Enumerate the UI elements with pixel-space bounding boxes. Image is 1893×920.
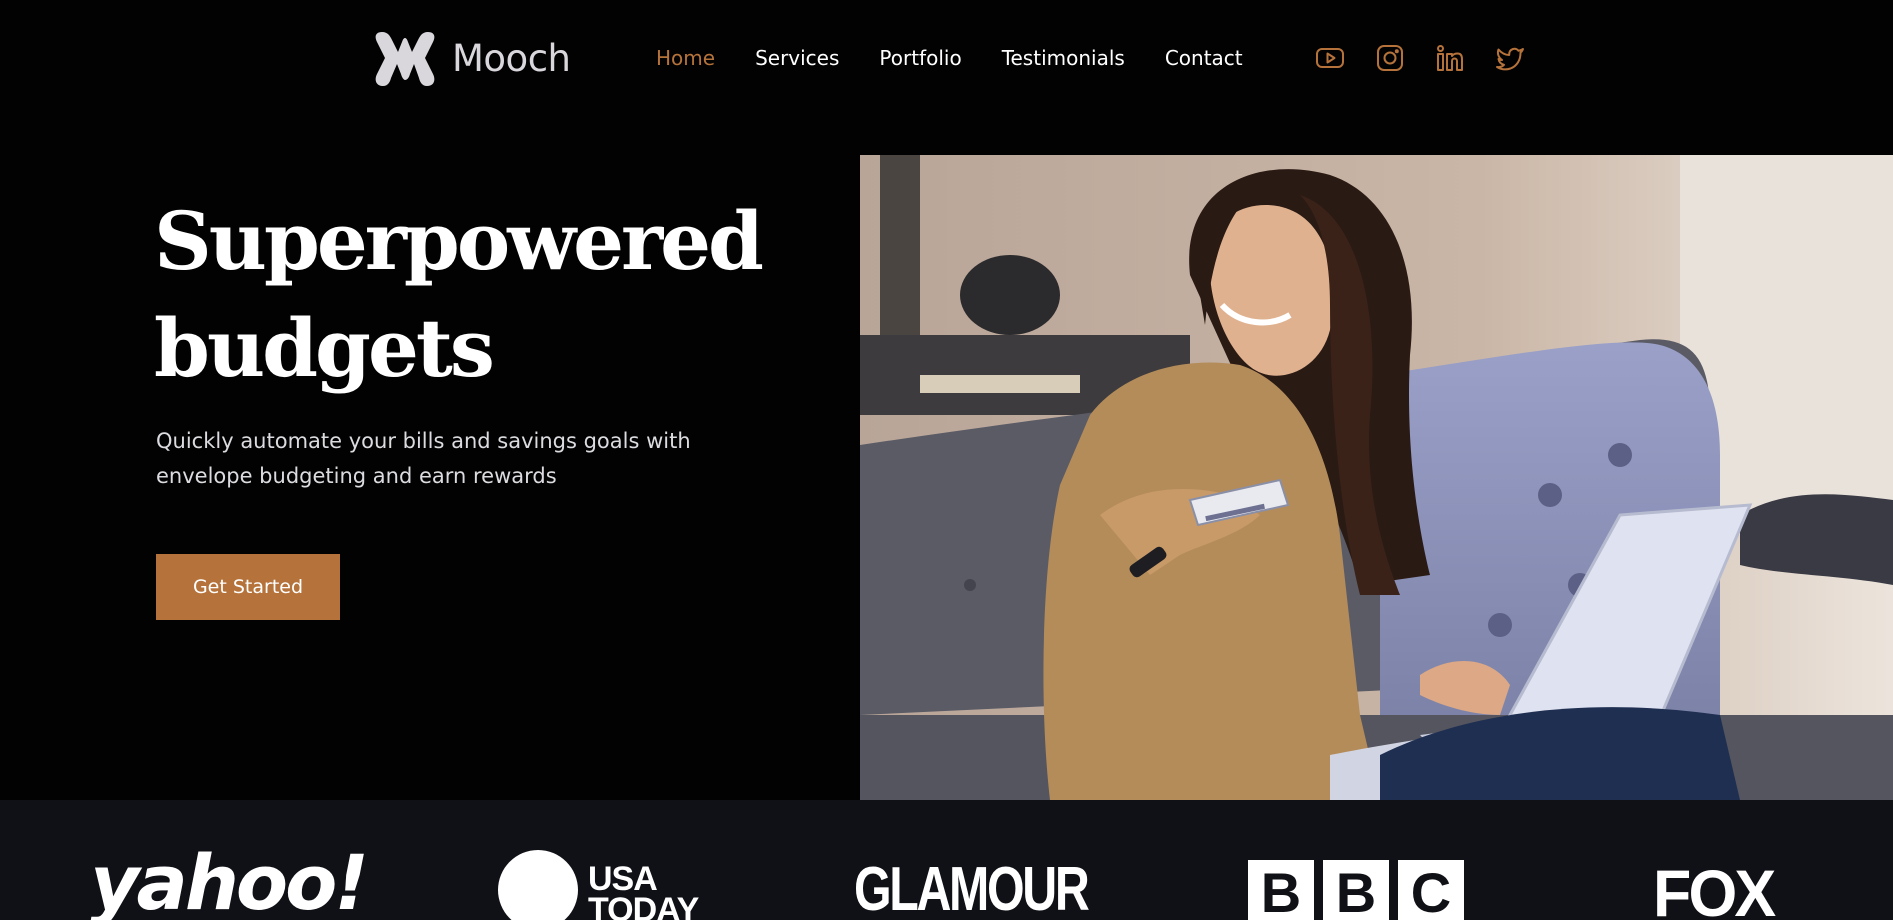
linkedin-icon[interactable] xyxy=(1435,43,1465,73)
glamour-logo: GLAMOUR xyxy=(854,855,1090,920)
nav-testimonials[interactable]: Testimonials xyxy=(1002,46,1125,70)
instagram-icon[interactable] xyxy=(1375,43,1405,73)
usa-today-circle-icon xyxy=(498,850,578,920)
hero-title: Superpowered budgets xyxy=(154,188,794,402)
site-header: Mooch Home Services Portfolio Testimonia… xyxy=(0,0,1893,120)
get-started-button[interactable]: Get Started xyxy=(156,554,340,620)
nav-home[interactable]: Home xyxy=(656,46,715,70)
fox-logo: FOX xyxy=(1653,856,1776,920)
bbc-letter-b1: B xyxy=(1248,860,1314,920)
bbc-letter-b2: B xyxy=(1323,860,1389,920)
hero-title-line1: Superpowered xyxy=(154,194,764,288)
woman-with-card-and-laptop-photo xyxy=(860,155,1893,800)
brand-name: Mooch xyxy=(452,36,571,80)
usa-today-text: USA TODAY xyxy=(588,850,699,920)
nav-contact[interactable]: Contact xyxy=(1165,46,1243,70)
youtube-icon[interactable] xyxy=(1315,43,1345,73)
twitter-icon[interactable] xyxy=(1495,43,1525,73)
main-nav: Home Services Portfolio Testimonials Con… xyxy=(656,46,1283,70)
hero-image xyxy=(860,155,1893,800)
landing-page: Mooch Home Services Portfolio Testimonia… xyxy=(0,0,1893,920)
nav-services[interactable]: Services xyxy=(755,46,839,70)
yahoo-logo: yahoo! xyxy=(90,838,369,920)
hero-title-line2: budgets xyxy=(154,301,495,395)
usa-today-line2: TODAY xyxy=(588,891,699,920)
bbc-letter-c: C xyxy=(1398,860,1464,920)
social-links xyxy=(1315,43,1555,73)
bbc-logo: B B C xyxy=(1248,860,1473,920)
usa-today-logo: USA TODAY xyxy=(498,850,699,920)
brand-logo[interactable]: Mooch xyxy=(374,28,571,88)
nav-portfolio[interactable]: Portfolio xyxy=(879,46,961,70)
hero-subtitle: Quickly automate your bills and savings … xyxy=(156,429,691,488)
mooch-logo-icon xyxy=(375,32,435,86)
